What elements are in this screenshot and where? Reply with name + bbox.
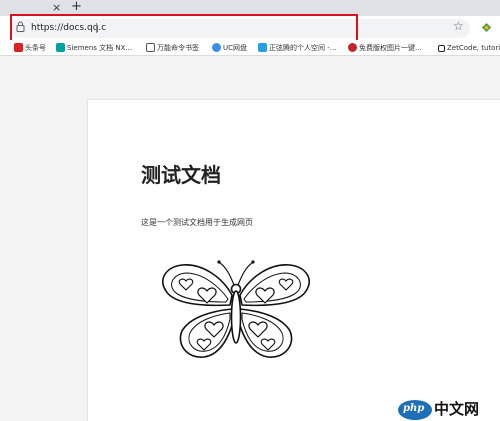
lock-icon[interactable]	[16, 21, 25, 32]
browser-toolbar: https://docs.qq.c ☆	[0, 16, 500, 40]
bookmark-pixabay[interactable]: 免费版权图片一键...	[348, 43, 422, 54]
bookmark-siemens[interactable]: Siemens 文档 NX...	[56, 43, 132, 54]
bookmark-label: Siemens 文档 NX...	[67, 44, 133, 52]
cloud-icon	[212, 43, 221, 52]
bookmark-commands[interactable]: 万能命令书签	[146, 43, 199, 54]
document-title[interactable]: 测试文档	[141, 162, 221, 188]
tab-strip: × +	[0, 0, 500, 16]
bookmark-label: 万能命令书签	[157, 44, 199, 52]
siemens-icon	[56, 43, 65, 52]
bilibili-icon	[258, 43, 267, 52]
watermark-logo-text: php	[403, 403, 425, 414]
watermark-text: 中文网	[434, 400, 480, 418]
extension-icon[interactable]	[481, 22, 492, 33]
new-tab-button[interactable]: +	[71, 0, 82, 14]
bookmark-label: ZetCode, tutori	[447, 44, 500, 52]
bookmark-label: 免费版权图片一键...	[359, 44, 422, 52]
bookmarks-bar: 头条号 Siemens 文档 NX... 万能命令书签 UC网盘 正弦腾的个人空…	[0, 40, 500, 56]
pixabay-icon	[348, 43, 357, 52]
bookmark-label: 正弦腾的个人空间 -...	[269, 44, 337, 52]
bookmark-bilibili[interactable]: 正弦腾的个人空间 -...	[258, 43, 336, 54]
square-icon	[438, 45, 445, 52]
document-paragraph[interactable]: 这是一个测试文档用于生成网页	[141, 217, 253, 229]
bookmark-star-icon[interactable]: ☆	[453, 19, 464, 33]
butterfly-image[interactable]	[152, 255, 320, 367]
bookmark-uc-drive[interactable]: UC网盘	[212, 43, 247, 54]
text-cursor	[96, 23, 97, 33]
page-icon	[146, 43, 155, 52]
url-text[interactable]: https://docs.qq.c	[31, 22, 106, 34]
bookmark-label: 头条号	[25, 44, 46, 52]
bookmark-label: UC网盘	[223, 44, 248, 52]
toutiao-icon	[14, 43, 23, 52]
tab-close-button[interactable]: ×	[52, 2, 61, 14]
site-watermark: php 中文网	[398, 398, 500, 421]
bookmark-toutiao[interactable]: 头条号	[14, 43, 46, 54]
bookmark-zetcode[interactable]: ZetCode, tutori	[438, 43, 500, 54]
